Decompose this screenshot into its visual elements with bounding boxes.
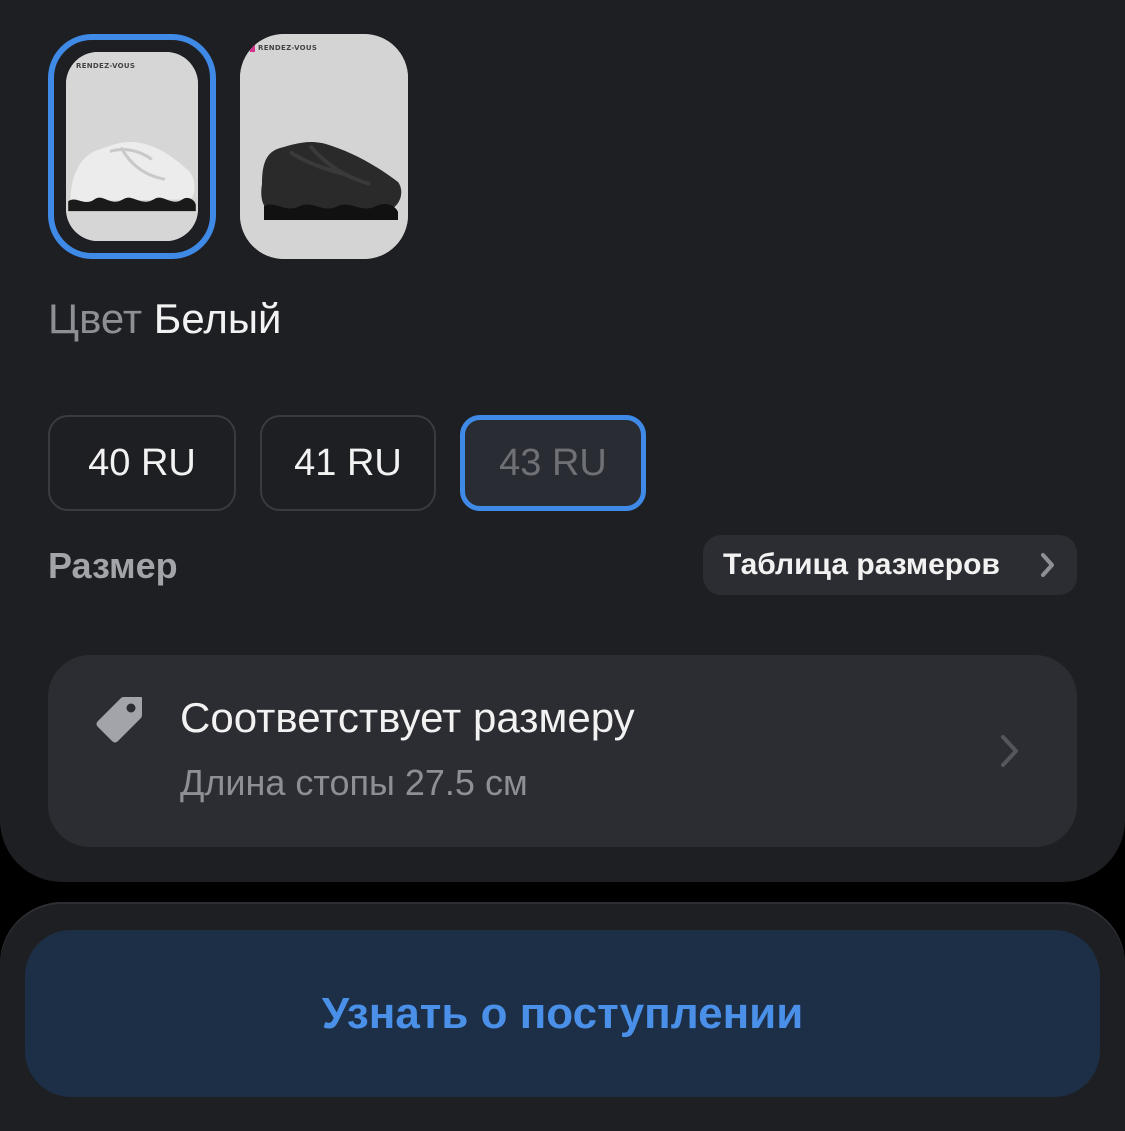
brand-label: RENDEZ-VOUS bbox=[76, 62, 136, 70]
sneaker-white-image bbox=[66, 52, 198, 241]
size-table-button[interactable]: Таблица размеров bbox=[703, 535, 1077, 595]
product-image-white: RENDEZ-VOUS bbox=[66, 52, 198, 241]
size-options: 40 RU 41 RU 43 RU bbox=[48, 415, 646, 511]
color-label-prefix: Цвет bbox=[48, 295, 143, 342]
swatch-white[interactable]: RENDEZ-VOUS bbox=[48, 34, 216, 259]
product-image-black: RENDEZ-VOUS bbox=[240, 34, 408, 259]
tag-icon bbox=[96, 697, 142, 743]
size-chip-43-selected[interactable]: 43 RU bbox=[460, 415, 646, 511]
brand-label: RENDEZ-VOUS bbox=[250, 44, 317, 52]
color-value: Белый bbox=[153, 295, 282, 342]
fit-title: Соответствует размеру bbox=[180, 694, 635, 741]
product-options-screen: RENDEZ-VOUS RENDEZ-VOUS Цвет Белый 40 RU… bbox=[0, 0, 1125, 1131]
brand-name: RENDEZ-VOUS bbox=[258, 44, 318, 52]
chevron-right-icon bbox=[1041, 553, 1054, 577]
size-fit-card[interactable]: Соответствует размеру Длина стопы 27.5 с… bbox=[48, 655, 1077, 847]
color-label: Цвет Белый bbox=[48, 294, 281, 344]
sneaker-black-image bbox=[240, 34, 408, 259]
size-chip-40[interactable]: 40 RU bbox=[48, 415, 236, 511]
brand-logo-mark bbox=[250, 44, 255, 52]
size-table-label: Таблица размеров bbox=[723, 548, 1000, 581]
notify-availability-button[interactable]: Узнать о поступлении bbox=[25, 930, 1100, 1097]
size-chip-41[interactable]: 41 RU bbox=[260, 415, 436, 511]
swatch-black[interactable]: RENDEZ-VOUS bbox=[240, 34, 408, 259]
fit-subtitle: Длина стопы 27.5 см bbox=[180, 762, 528, 803]
chevron-right-icon bbox=[1001, 735, 1018, 767]
color-swatches: RENDEZ-VOUS RENDEZ-VOUS bbox=[48, 34, 408, 259]
size-title: Размер bbox=[48, 545, 178, 586]
